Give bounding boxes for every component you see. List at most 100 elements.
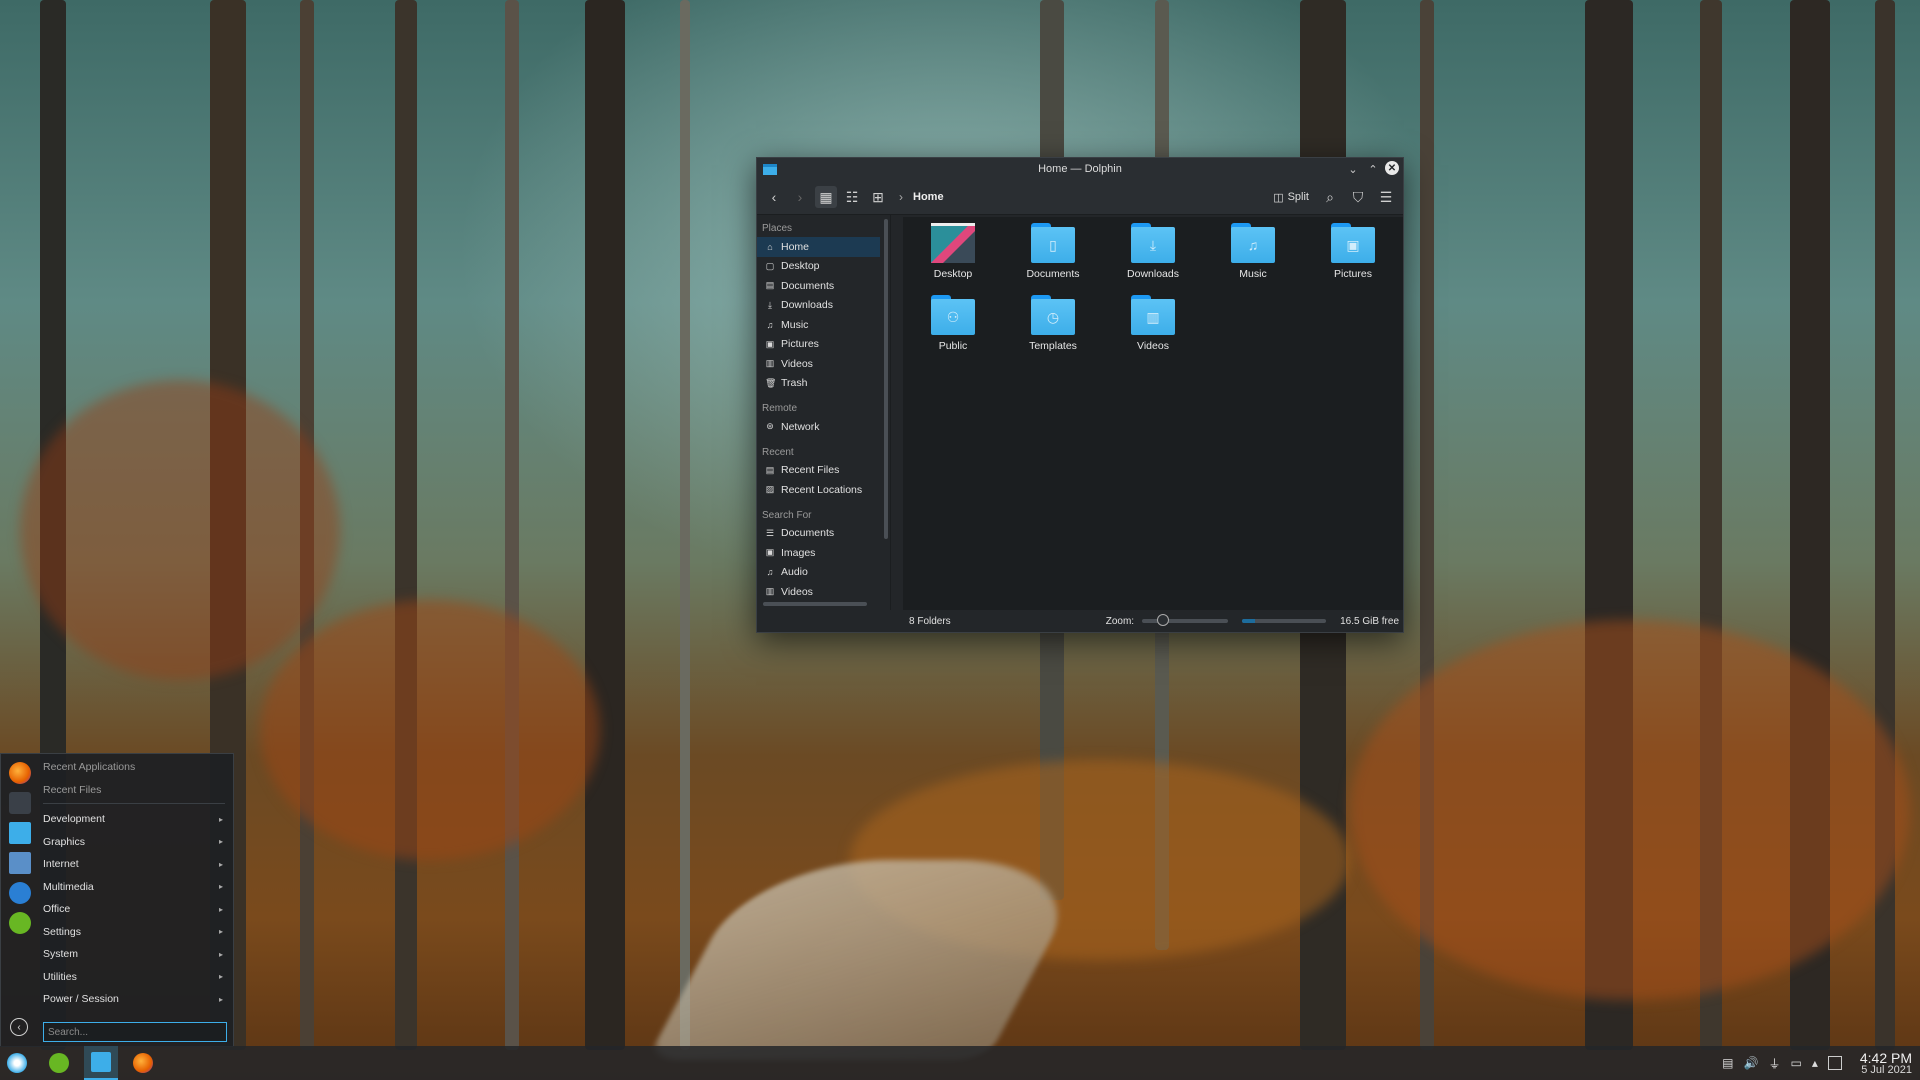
sidebar-scrollbar[interactable] — [884, 219, 888, 539]
task-discover[interactable] — [42, 1046, 76, 1080]
menu-recent-applications[interactable]: Recent Applications — [43, 756, 233, 779]
konsole-icon[interactable] — [9, 852, 31, 874]
menu-item-settings[interactable]: Settings ▸ — [43, 921, 233, 944]
favorites-column — [1, 754, 39, 1046]
menu-item-power-session[interactable]: Power / Session ▸ — [43, 988, 233, 1011]
status-bar: 8 Folders Zoom: 16.5 GiB free — [757, 610, 1403, 632]
main-toolbar: ‹ › ▦ ☷ ⊞ › Home ◫ Split ⌕ ⛉ ☰ — [757, 180, 1403, 215]
system-settings-icon[interactable] — [9, 792, 31, 814]
application-launcher-button[interactable] — [0, 1046, 34, 1080]
disk-usage-bar — [1242, 619, 1327, 623]
compact-view-button[interactable]: ☷ — [841, 186, 863, 208]
sidebar-item-documents[interactable]: ▤ Documents — [757, 276, 880, 296]
menu-item-utilities[interactable]: Utilities ▸ — [43, 966, 233, 989]
submenu-arrow-icon: ▸ — [218, 882, 223, 892]
dolphin-icon[interactable] — [9, 822, 31, 844]
menu-item-internet[interactable]: Internet ▸ — [43, 853, 233, 876]
update-app-icon — [49, 1053, 69, 1073]
icons-view-button[interactable]: ▦ — [815, 186, 837, 208]
submenu-arrow-icon: ▸ — [218, 859, 223, 869]
sidebar-item-search-images[interactable]: ▣ Images — [757, 543, 880, 563]
recent-section-title: Recent — [762, 446, 794, 458]
folder-item-public[interactable]: ⚇ Public — [903, 295, 1003, 367]
volume-icon[interactable]: 🔊 — [1744, 1056, 1759, 1070]
folder-item-videos[interactable]: ▥ Videos — [1103, 295, 1203, 367]
breadcrumb-separator-icon: › — [899, 190, 903, 204]
breadcrumb-home[interactable]: Home — [913, 191, 944, 203]
sidebar-item-search-documents[interactable]: ☰ Documents — [757, 524, 880, 544]
sidebar-item-desktop[interactable]: ▢ Desktop — [757, 257, 880, 277]
sidebar-item-pictures[interactable]: ▣ Pictures — [757, 335, 880, 355]
filter-button[interactable]: ⛉ — [1347, 186, 1369, 208]
submenu-arrow-icon: ▸ — [218, 904, 223, 914]
videos-folder-icon: ▥ — [1131, 295, 1175, 335]
clock-date: 5 Jul 2021 — [1861, 1063, 1912, 1076]
sidebar-item-videos[interactable]: ▥ Videos — [757, 354, 880, 374]
menu-separator — [43, 803, 225, 804]
menu-item-system[interactable]: System ▸ — [43, 943, 233, 966]
application-menu: Recent Applications Recent Files Develop… — [0, 753, 234, 1047]
menu-item-office[interactable]: Office ▸ — [43, 898, 233, 921]
taskbar-panel: ▤ 🔊 ⏚ ▭ ▴ 4:42 PM 5 Jul 2021 — [0, 1046, 1920, 1080]
search-button[interactable]: ⌕ — [1319, 186, 1341, 208]
task-firefox[interactable] — [126, 1046, 160, 1080]
close-button[interactable]: ✕ — [1385, 161, 1399, 175]
menu-recent-files[interactable]: Recent Files — [43, 779, 233, 802]
pictures-folder-icon: ▣ — [1331, 223, 1375, 263]
maximize-button[interactable]: ⌃ — [1365, 161, 1381, 177]
show-desktop-icon[interactable] — [1827, 1056, 1842, 1070]
recent-locations-icon: ▨ — [765, 484, 775, 495]
zoom-slider[interactable] — [1142, 614, 1229, 626]
documents-folder-icon: ▯ — [1031, 223, 1075, 263]
sidebar-item-trash[interactable]: 🗑 Trash — [757, 374, 880, 394]
expand-tray-arrow-icon[interactable]: ▴ — [1812, 1056, 1818, 1070]
sidebar-item-recent-files[interactable]: ▤ Recent Files — [757, 461, 880, 481]
document-icon: ▤ — [765, 280, 775, 291]
sidebar-item-search-videos[interactable]: ▥ Videos — [757, 582, 880, 602]
file-view[interactable]: Desktop ▯ Documents ⤓ Downloads ♫ Music … — [903, 217, 1403, 610]
submenu-arrow-icon: ▸ — [218, 814, 223, 824]
sidebar-item-downloads[interactable]: ⤓ Downloads — [757, 296, 880, 316]
music-folder-icon: ♫ — [1231, 223, 1275, 263]
folder-item-desktop[interactable]: Desktop — [903, 223, 1003, 295]
sidebar-item-home[interactable]: ⌂ Home — [757, 237, 880, 257]
menu-item-graphics[interactable]: Graphics ▸ — [43, 831, 233, 854]
split-button[interactable]: ◫ Split — [1269, 191, 1313, 204]
usb-device-icon[interactable]: ⏚ — [1768, 1055, 1780, 1072]
clock-time: 4:42 PM — [1859, 1049, 1912, 1066]
discover-icon[interactable] — [9, 882, 31, 904]
menu-item-development[interactable]: Development ▸ — [43, 808, 233, 831]
templates-folder-icon: ◷ — [1031, 295, 1075, 335]
menu-search-input[interactable] — [43, 1022, 227, 1042]
folder-item-documents[interactable]: ▯ Documents — [1003, 223, 1103, 295]
menu-item-multimedia[interactable]: Multimedia ▸ — [43, 876, 233, 899]
folder-item-downloads[interactable]: ⤓ Downloads — [1103, 223, 1203, 295]
sidebar-item-music[interactable]: ♫ Music — [757, 315, 880, 335]
task-dolphin[interactable] — [84, 1046, 118, 1080]
picture-icon: ▣ — [765, 338, 775, 349]
clipboard-icon[interactable]: ▤ — [1722, 1056, 1733, 1070]
home-icon: ⌂ — [767, 241, 773, 252]
sidebar-horizontal-scrollbar[interactable] — [763, 602, 867, 606]
firefox-task-icon — [133, 1053, 153, 1073]
details-view-button[interactable]: ⊞ — [867, 186, 889, 208]
hamburger-menu-button[interactable]: ☰ — [1375, 186, 1397, 208]
network-tray-icon[interactable]: ▭ — [1790, 1056, 1801, 1070]
minimize-button[interactable]: ⌄ — [1345, 161, 1361, 177]
digital-clock[interactable]: 4:42 PM 5 Jul 2021 — [1860, 1051, 1912, 1076]
submenu-arrow-icon: ▸ — [218, 994, 223, 1004]
window-titlebar[interactable]: Home — Dolphin ⌄ ⌃ ✕ — [757, 158, 1403, 180]
sidebar-item-search-audio[interactable]: ♫ Audio — [757, 563, 880, 583]
sidebar-item-recent-locations[interactable]: ▨ Recent Locations — [757, 480, 880, 500]
firefox-icon[interactable] — [9, 762, 31, 784]
folder-item-templates[interactable]: ◷ Templates — [1003, 295, 1103, 367]
zoom-slider-handle[interactable] — [1157, 614, 1170, 626]
sidebar-item-network[interactable]: ⊛ Network — [757, 417, 880, 437]
back-button[interactable]: ‹ — [763, 186, 785, 208]
forward-button[interactable]: › — [789, 186, 811, 208]
folder-item-pictures[interactable]: ▣ Pictures — [1303, 223, 1403, 295]
folder-item-music[interactable]: ♫ Music — [1203, 223, 1303, 295]
kde-launcher-icon — [7, 1053, 27, 1073]
back-arrow-icon[interactable]: ‹ — [10, 1018, 28, 1036]
update-icon[interactable] — [9, 912, 31, 934]
